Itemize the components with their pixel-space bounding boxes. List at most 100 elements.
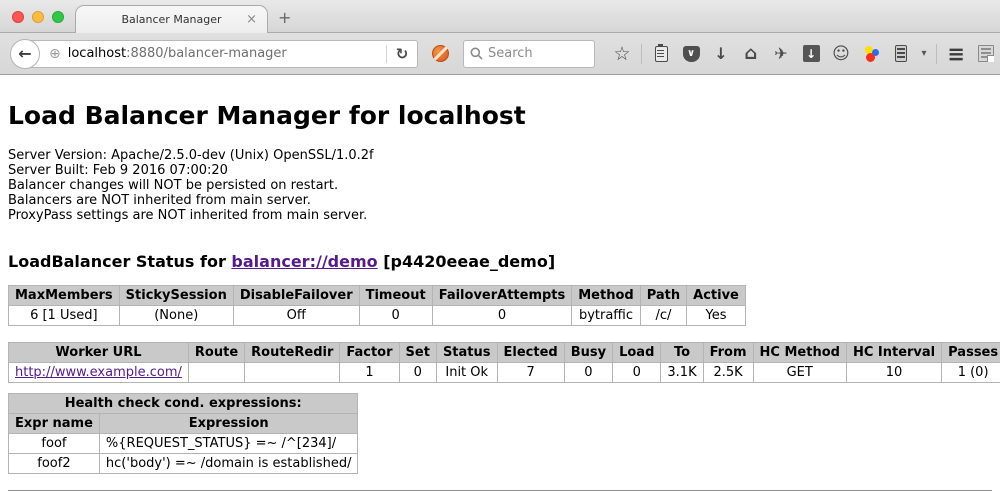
table-header-row: MaxMembersStickySessionDisableFailoverTi…	[9, 286, 746, 306]
balancer-settings-table: MaxMembersStickySessionDisableFailoverTi…	[8, 285, 746, 326]
downloads-icon[interactable]: ↓	[708, 41, 734, 67]
table-row: foof2hc('body') =~ /domain is establishe…	[9, 454, 358, 474]
header-cell: RouteRedir	[245, 343, 340, 363]
tab-title: Balancer Manager	[121, 13, 221, 26]
battery-icon	[895, 45, 907, 62]
persist-warning-line: Balancer changes will NOT be persisted o…	[8, 178, 992, 193]
traffic-lights	[12, 11, 64, 23]
header-cell: Expr name	[9, 414, 100, 434]
pocket-icon[interactable]: ∨	[678, 41, 704, 67]
server-info: Server Version: Apache/2.5.0-dev (Unix) …	[8, 148, 992, 223]
url-bar[interactable]: ⊕ localhost:8880/balancer-manager ↻	[26, 40, 418, 68]
header-cell: StickySession	[119, 286, 233, 306]
data-cell: 0	[399, 363, 436, 383]
zoom-window-button[interactable]	[52, 11, 64, 23]
data-cell: 3.1K	[661, 363, 703, 383]
chevron-down-icon[interactable]: ▾	[918, 41, 930, 67]
globe-icon: ⊕	[49, 46, 61, 62]
status-heading-prefix: LoadBalancer Status for	[8, 252, 231, 271]
data-cell: bytraffic	[572, 306, 640, 326]
header-cell: Passes	[942, 343, 1000, 363]
server-version-line: Server Version: Apache/2.5.0-dev (Unix) …	[8, 148, 992, 163]
chat-smiley-icon[interactable]: ☺	[828, 41, 854, 67]
header-cell: Timeout	[359, 286, 432, 306]
minimize-window-button[interactable]	[32, 11, 44, 23]
data-cell: 10	[846, 363, 941, 383]
send-tab-icon[interactable]: ✈	[768, 41, 794, 67]
worker-url-link[interactable]: http://www.example.com/	[15, 365, 182, 380]
tab-close-icon[interactable]: ×	[246, 12, 257, 27]
header-cell: From	[703, 343, 753, 363]
search-input[interactable]	[488, 46, 578, 61]
url-domain: localhost	[68, 46, 126, 61]
header-cell: Status	[436, 343, 497, 363]
blocked-content-icon[interactable]	[432, 45, 449, 62]
data-cell: 0	[432, 306, 572, 326]
downloadhelper-icon[interactable]	[858, 41, 884, 67]
data-cell: 0	[613, 363, 661, 383]
data-cell: Yes	[687, 306, 746, 326]
page-content: Load Balancer Manager for localhost Serv…	[0, 75, 1000, 491]
data-cell: /c/	[640, 306, 686, 326]
clipboard-icon	[655, 46, 668, 62]
close-window-button[interactable]	[12, 11, 24, 23]
data-cell: Init Ok	[436, 363, 497, 383]
container-extension-icon[interactable]	[888, 41, 914, 67]
table-row: http://www.example.com/ 10Init Ok7003.1K…	[9, 363, 1000, 383]
data-cell: 0	[359, 306, 432, 326]
menu-icon[interactable]: ≡	[943, 41, 969, 67]
header-cell: Method	[572, 286, 640, 306]
back-button[interactable]: ←	[10, 39, 40, 69]
data-cell	[188, 363, 244, 383]
reload-button[interactable]: ↻	[387, 45, 417, 63]
extension-download-icon[interactable]: ↓	[798, 41, 824, 67]
window-titlebar: Balancer Manager × +	[0, 0, 1000, 33]
loadbalancer-status-heading: LoadBalancer Status for balancer://demo …	[8, 252, 992, 271]
header-cell: Path	[640, 286, 686, 306]
toolbar-separator	[936, 44, 937, 64]
table-row: 6 [1 Used](None)Off00bytraffic/c/Yes	[9, 306, 746, 326]
data-cell: 7	[497, 363, 564, 383]
header-cell: Active	[687, 286, 746, 306]
proxypass-inherit-line: ProxyPass settings are NOT inherited fro…	[8, 208, 992, 223]
back-arrow-icon: ←	[18, 44, 31, 63]
data-cell: (None)	[119, 306, 233, 326]
data-cell: GET	[753, 363, 846, 383]
browser-tab[interactable]: Balancer Manager ×	[75, 5, 268, 33]
table-title-row: Health check cond. expressions:	[9, 394, 358, 414]
data-cell: 0	[564, 363, 612, 383]
page-title: Load Balancer Manager for localhost	[8, 101, 992, 130]
header-cell: Expression	[99, 414, 358, 434]
data-cell: hc('body') =~ /domain is established/	[99, 454, 358, 474]
table-row: foof%{REQUEST_STATUS} =~ /^[234]/	[9, 434, 358, 454]
status-heading-suffix: [p4420eeae_demo]	[378, 252, 556, 271]
url-path: :8880/balancer-manager	[126, 46, 287, 61]
table-header-row: Worker URLRouteRouteRedirFactorSetStatus…	[9, 343, 1000, 363]
header-cell: Route	[188, 343, 244, 363]
health-table-title: Health check cond. expressions:	[9, 394, 358, 414]
reader-page-icon[interactable]	[973, 41, 999, 67]
data-cell: 6 [1 Used]	[9, 306, 120, 326]
search-bar[interactable]	[463, 40, 595, 68]
balancers-inherit-line: Balancers are NOT inherited from main se…	[8, 193, 992, 208]
header-cell: To	[661, 343, 703, 363]
data-cell: 1	[340, 363, 399, 383]
toolbar-separator	[641, 44, 642, 64]
data-cell: 2.5K	[703, 363, 753, 383]
data-cell: %{REQUEST_STATUS} =~ /^[234]/	[99, 434, 358, 454]
header-cell: HC Method	[753, 343, 846, 363]
worker-status-table: Worker URLRouteRouteRedirFactorSetStatus…	[8, 342, 1000, 383]
bookmarks-panel-icon[interactable]	[648, 41, 674, 67]
data-cell: foof	[9, 434, 100, 454]
data-cell: foof2	[9, 454, 100, 474]
header-cell: Set	[399, 343, 436, 363]
data-cell: 1 (0)	[942, 363, 1000, 383]
bookmark-star-icon[interactable]: ☆	[609, 41, 635, 67]
header-cell: DisableFailover	[233, 286, 359, 306]
colored-dots-icon	[862, 45, 880, 63]
header-cell: Worker URL	[9, 343, 189, 363]
balancer-demo-link[interactable]: balancer://demo	[231, 252, 377, 271]
home-icon[interactable]: ⌂	[738, 41, 764, 67]
data-cell	[245, 363, 340, 383]
new-tab-button[interactable]: +	[278, 8, 291, 27]
